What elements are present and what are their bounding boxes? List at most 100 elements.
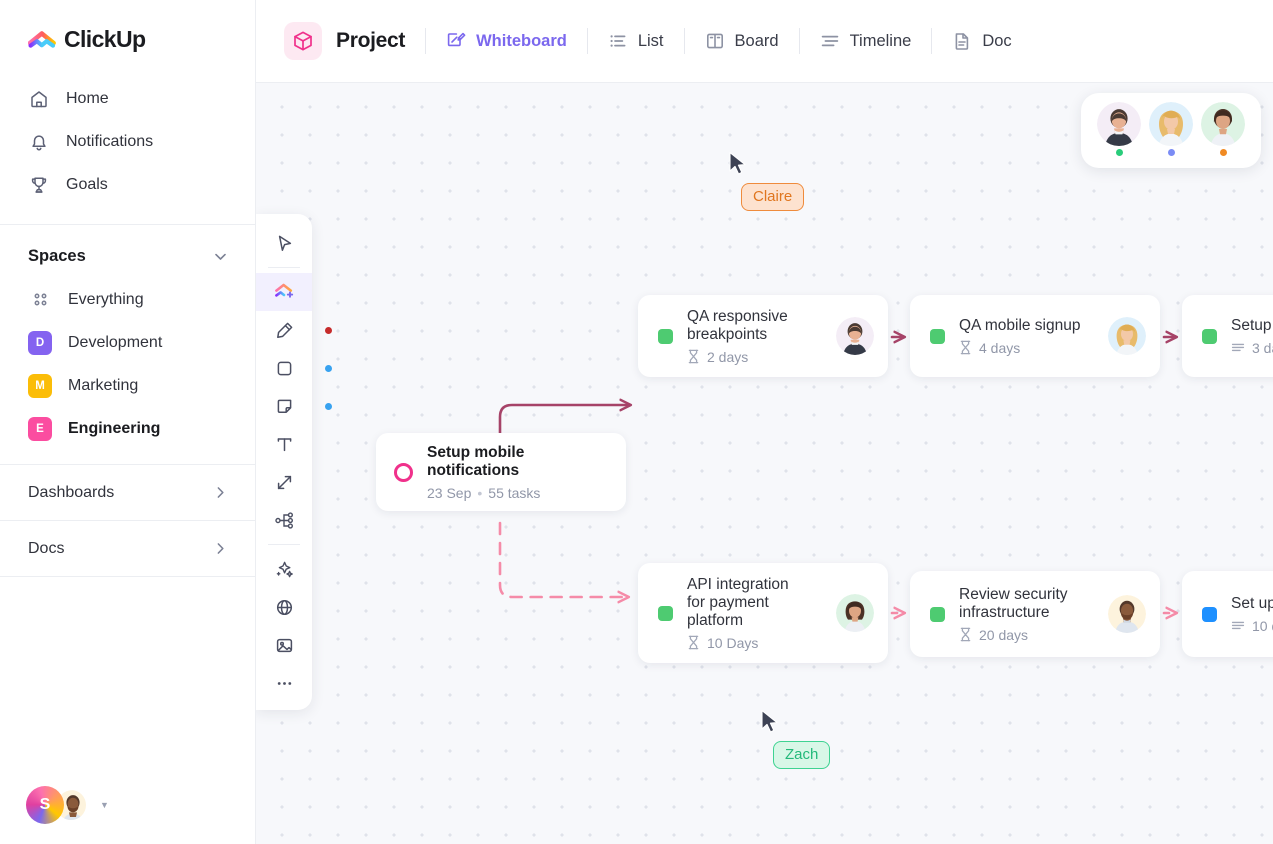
hourglass-icon (959, 627, 972, 642)
cursor-claire: Claire (728, 151, 805, 211)
list-item[interactable] (1095, 102, 1143, 158)
card-duration: 3 da (1252, 339, 1273, 356)
sidebar-item-label: Goals (66, 175, 108, 193)
card-meta: 4 days (959, 340, 1098, 356)
more-options-tool[interactable] (256, 664, 312, 702)
sidebar-item-label: Home (66, 89, 109, 107)
card-duration: 10 Days (707, 634, 759, 651)
mindmap-tool[interactable] (256, 501, 312, 539)
text-tool[interactable] (256, 425, 312, 463)
sidebar-item-label: Notifications (66, 132, 154, 150)
status-badge (930, 606, 945, 622)
sidebar-item-marketing[interactable]: M Marketing (0, 364, 255, 407)
tab-board[interactable]: Board (705, 31, 779, 51)
toolbar-separator (798, 28, 800, 54)
status-badge (1217, 147, 1229, 158)
clickup-add-tool[interactable] (256, 273, 312, 311)
space-label: Everything (68, 290, 144, 308)
avatar[interactable] (836, 594, 874, 632)
avatar[interactable] (1108, 317, 1146, 355)
workspace-user-menu[interactable]: S ▼ (26, 786, 109, 824)
timeline-icon (820, 31, 840, 51)
clickup-logo[interactable]: ClickUp (0, 0, 255, 53)
sidebar: ClickUp Home Notifications Goals Spaces … (0, 0, 256, 844)
status-badge (1202, 606, 1217, 622)
status-badge (1165, 147, 1177, 158)
status-badge (1202, 328, 1217, 344)
ai-sparkle-tool[interactable] (256, 550, 312, 588)
toolbar-separator (683, 28, 685, 54)
space-badge: D (28, 330, 52, 355)
sidebar-item-everything[interactable]: Everything (0, 278, 255, 321)
toolbar-separator (425, 28, 427, 54)
card-setup-mobile-notifications[interactable]: Setup mobile notifications 23 Sep • 55 t… (376, 433, 626, 511)
card-api-integration-payment[interactable]: API integration for payment platform 10 … (638, 563, 888, 663)
card-qa-mobile-signup[interactable]: QA mobile signup 4 days (910, 295, 1160, 377)
workspace-avatar[interactable]: S (26, 786, 64, 824)
topbar: Project Whiteboard List Board Timeline D… (256, 0, 1273, 83)
chevron-down-icon[interactable]: ▼ (100, 800, 109, 810)
pen-tool[interactable] (256, 311, 332, 349)
card-set-up-partial-bottom[interactable]: Set up 10 da (1182, 571, 1273, 657)
whiteboard-canvas[interactable]: Setup mobile notifications 23 Sep • 55 t… (256, 83, 1273, 844)
whiteboard-toolbar (256, 214, 332, 710)
chevron-right-icon[interactable] (212, 484, 229, 501)
tab-doc[interactable]: Doc (952, 31, 1012, 51)
tab-label: Doc (982, 31, 1012, 50)
cursor-label: Zach (773, 741, 831, 769)
sidebar-item-dashboards[interactable]: Dashboards (0, 465, 255, 520)
card-meta: 3 da (1231, 340, 1273, 356)
tab-list[interactable]: List (608, 31, 664, 51)
sidebar-divider-4 (0, 576, 255, 577)
card-meta: 2 days (687, 349, 826, 365)
card-date: 23 Sep (427, 484, 472, 501)
tab-label: Board (734, 31, 779, 50)
hourglass-icon (687, 635, 700, 650)
select-cursor-tool[interactable] (256, 224, 312, 262)
avatar[interactable] (1201, 102, 1245, 146)
cursor-zach: Zach (760, 709, 831, 769)
image-tool[interactable] (256, 626, 312, 664)
tab-whiteboard[interactable]: Whiteboard (446, 31, 567, 51)
card-content: Setup 3 da (1231, 317, 1273, 356)
card-title: Review security infrastructure (959, 585, 1068, 621)
sidebar-item-home[interactable]: Home (0, 77, 255, 120)
lines-icon (1231, 341, 1245, 355)
card-meta: 10 da (1231, 618, 1273, 634)
avatar[interactable] (1108, 595, 1146, 633)
section-label: Dashboards (28, 483, 115, 501)
avatar[interactable] (836, 317, 874, 355)
sidebar-item-goals[interactable]: Goals (0, 163, 255, 206)
card-setup-partial-top[interactable]: Setup 3 da (1182, 295, 1273, 377)
space-badge: E (28, 416, 52, 441)
connector-tool[interactable] (256, 463, 312, 501)
card-meta: 10 Days (687, 635, 826, 651)
sidebar-item-development[interactable]: D Development (0, 321, 255, 364)
card-review-security-infrastructure[interactable]: Review security infrastructure 20 days (910, 571, 1160, 657)
card-title: QA mobile signup (959, 316, 1081, 334)
globe-embed-tool[interactable] (256, 588, 312, 626)
list-item[interactable] (1199, 102, 1247, 158)
chevron-down-icon[interactable] (212, 248, 229, 265)
shape-tool[interactable] (256, 349, 332, 387)
toolbar-divider (268, 267, 300, 268)
status-badge (394, 462, 413, 482)
sticky-note-tool[interactable] (256, 387, 332, 425)
avatar[interactable] (1097, 102, 1141, 146)
card-title: Set up (1231, 594, 1273, 612)
chevron-right-icon[interactable] (212, 540, 229, 557)
list-item[interactable] (1147, 102, 1195, 158)
card-title: Setup mobile notifications (427, 443, 525, 479)
tab-label: List (637, 31, 664, 50)
tab-timeline[interactable]: Timeline (820, 31, 911, 51)
avatar[interactable] (1149, 102, 1193, 146)
card-title: Setup (1231, 316, 1272, 334)
cube-icon (284, 22, 322, 60)
spaces-header[interactable]: Spaces (0, 225, 255, 266)
sidebar-item-docs[interactable]: Docs (0, 521, 255, 576)
sidebar-item-notifications[interactable]: Notifications (0, 120, 255, 163)
sidebar-item-engineering[interactable]: E Engineering (0, 407, 255, 450)
space-badge: M (28, 373, 52, 398)
primary-nav: Home Notifications Goals (0, 77, 255, 206)
card-qa-responsive-breakpoints[interactable]: QA responsive breakpoints 2 days (638, 295, 888, 377)
